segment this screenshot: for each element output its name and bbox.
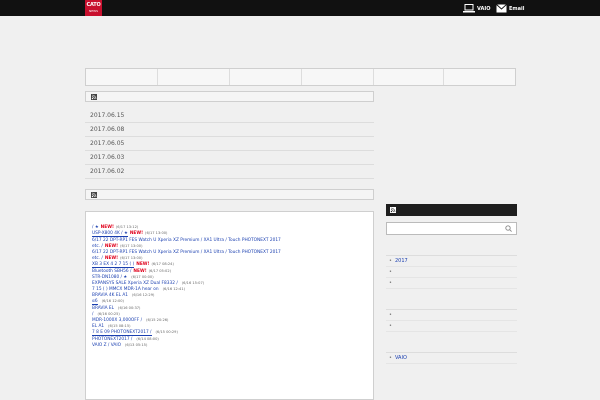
nav-item-2[interactable] (158, 69, 230, 85)
notice-list: 2017.06.15 2017.06.08 2017.06.05 2017.06… (85, 109, 374, 179)
notice-item[interactable]: 2017.06.15 (85, 109, 374, 123)
feed-item-time: (6/17 00:00) (131, 274, 154, 279)
nav-item-1[interactable] (86, 69, 158, 85)
sidebar-block-title (386, 245, 517, 255)
top-link-vaio[interactable]: VAIO (463, 3, 491, 14)
feed-item-time: (6/17 08:24) (151, 262, 174, 267)
laptop-icon (463, 4, 475, 13)
sidebar-list: • 2017 • • (386, 255, 517, 289)
sidebar-block-title (386, 299, 517, 309)
feed-item-time: (6/15 08:15) (108, 324, 131, 329)
sidebar-block-1: • 2017 • • (386, 245, 517, 289)
notice-date: 2017.06.05 (90, 140, 125, 147)
logo-text: CATO (86, 2, 101, 8)
sidebar-list: • VAIO (386, 352, 517, 364)
sidebar-link[interactable]: • 2017 (386, 256, 517, 267)
sidebar-block-3: • VAIO (386, 342, 517, 364)
feed-item-time: (6/16 12:29) (132, 293, 155, 298)
feed-item-time: (6/15 00:29) (155, 330, 178, 335)
feed-item-time: (6/17 13:12) (115, 225, 139, 230)
sidebar-link-label: 2017 (394, 258, 408, 264)
rss-icon (91, 93, 97, 100)
top-link-email[interactable]: Email (496, 3, 524, 14)
sidebar-list: • • (386, 309, 517, 332)
feed-item-time: (6/17 13:00) (145, 231, 168, 236)
notice-date: 2017.06.08 (90, 126, 125, 133)
sidebar-rss-heading (386, 204, 517, 216)
nav-item-4[interactable] (302, 69, 374, 85)
search-icon[interactable] (505, 225, 512, 232)
feed-item-time: (6/17 05:02) (148, 268, 172, 273)
nav-item-6[interactable] (444, 69, 515, 85)
sidebar-link[interactable]: • (386, 321, 517, 332)
main-column: 2017.06.15 2017.06.08 2017.06.05 2017.06… (85, 91, 374, 400)
bullet-icon: • (389, 323, 392, 329)
bullet-icon: • (389, 269, 392, 275)
nav-item-5[interactable] (374, 69, 444, 85)
sidebar-link[interactable]: • (386, 267, 517, 278)
feed-item-time: (6/16 00:25) (97, 311, 120, 316)
notice-date: 2017.06.03 (90, 154, 125, 161)
notice-item[interactable]: 2017.06.08 (85, 123, 374, 137)
sidebar-link[interactable]: • VAIO (386, 353, 517, 364)
site-logo[interactable]: CATO NEWS (85, 0, 102, 16)
feed-heading (85, 189, 374, 200)
main-nav (85, 68, 516, 86)
feed-item-time: (6/16 12:00) (101, 299, 124, 304)
notice-item[interactable]: 2017.06.02 (85, 165, 374, 179)
bullet-icon: • (389, 280, 392, 286)
feed-item-time: (6/17 13:00) (120, 256, 143, 261)
top-bar: CATO NEWS VAIO Email (0, 0, 600, 16)
sidebar-link[interactable]: • (386, 278, 517, 289)
sidebar-block-title (386, 342, 517, 352)
feed-item[interactable]: VAIO Z / VAIO (6/13 05:15) (92, 342, 367, 348)
bullet-icon: • (389, 312, 392, 318)
mail-icon (496, 4, 507, 13)
rss-icon (91, 191, 97, 198)
search-input[interactable] (386, 222, 517, 235)
nav-item-3[interactable] (230, 69, 302, 85)
notice-date: 2017.06.15 (90, 112, 125, 119)
feed-item-title[interactable]: VAIO Z / VAIO (92, 342, 121, 348)
notice-date: 2017.06.02 (90, 168, 125, 175)
sidebar-link-label: VAIO (394, 355, 407, 361)
top-link-email-label: Email (509, 5, 525, 12)
logo-subtext: NEWS (88, 9, 98, 13)
rss-icon (390, 207, 396, 213)
notice-item[interactable]: 2017.06.03 (85, 151, 374, 165)
feed-item-time: (6/16 15:07) (181, 280, 205, 285)
feed-item-time: (6/13 05:15) (125, 342, 148, 347)
site-title[interactable] (85, 28, 445, 42)
feed-item-time: (6/16 12:41) (162, 287, 186, 292)
feed-list: / ★ NEW! (6/17 13:12) USP-X800 4K / ★ NEW! (6… (85, 211, 374, 400)
feed-item-time: (6/17 13:00) (120, 243, 143, 248)
feed-item-time: (6/16 00:37) (118, 305, 141, 310)
top-link-vaio-label: VAIO (477, 5, 491, 12)
bullet-icon: • (389, 355, 392, 361)
site-description (85, 44, 445, 66)
sidebar-block-2: • • (386, 299, 517, 332)
feed-item-time: (6/14 08:00) (136, 336, 159, 341)
sidebar-link[interactable]: • (386, 310, 517, 321)
sidebar: • 2017 • • • • • VAIO (386, 204, 517, 400)
notice-item[interactable]: 2017.06.05 (85, 137, 374, 151)
feed-item-time: (6/15 20:26) (146, 318, 169, 322)
bullet-icon: • (389, 258, 392, 264)
notices-heading (85, 91, 374, 102)
